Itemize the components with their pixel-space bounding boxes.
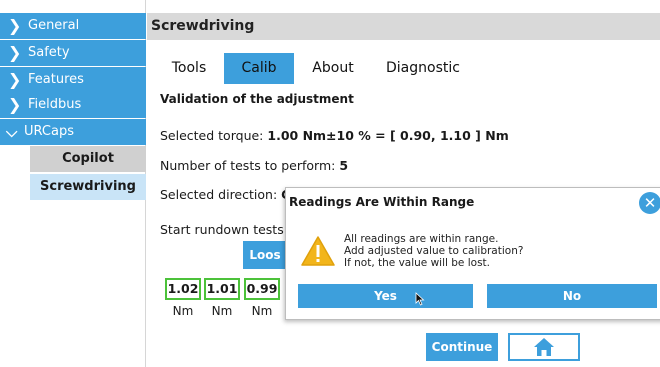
dialog-message-line: Add adjusted value to calibration? <box>344 245 524 257</box>
reading-value: 0.99 <box>244 278 280 300</box>
sidebar-subitem-copilot[interactable]: Copilot <box>30 146 146 172</box>
chevron-down-icon: ⌵ <box>6 123 18 141</box>
direction-line: Selected direction: CW <box>160 187 304 202</box>
section-title: Validation of the adjustment <box>160 92 354 106</box>
tab-diagnostic[interactable]: Diagnostic <box>380 53 466 84</box>
sidebar-item-label: Features <box>28 72 84 87</box>
dialog-message-line: If not, the value will be lost. <box>344 257 490 269</box>
rundown-label: Start rundown tests a <box>160 222 296 237</box>
chevron-right-icon: ❯ <box>8 70 22 89</box>
torque-value: 1.00 Nm±10 % = [ 0.90, 1.10 ] Nm <box>267 128 509 143</box>
sidebar-item-safety[interactable]: ❯ Safety <box>0 40 146 66</box>
sidebar-item-label: URCaps <box>24 124 74 139</box>
continue-button[interactable]: Continue <box>426 333 498 361</box>
mouse-cursor-icon <box>415 292 425 306</box>
sidebar-item-urcaps[interactable]: ⌵ URCaps <box>0 119 146 145</box>
sidebar-item-label: Safety <box>28 45 70 60</box>
sidebar: ❯ General ❯ Safety ❯ Features ❯ Fieldbus… <box>0 0 146 367</box>
sidebar-subitem-label: Copilot <box>62 151 114 166</box>
torque-label: Selected torque: <box>160 128 268 143</box>
tab-tools[interactable]: Tools <box>160 53 218 84</box>
torque-line: Selected torque: 1.00 Nm±10 % = [ 0.90, … <box>160 128 509 143</box>
sidebar-item-label: Fieldbus <box>28 97 82 112</box>
tab-about[interactable]: About <box>302 53 364 84</box>
tests-label: Number of tests to perform: <box>160 158 340 173</box>
dialog-title: Readings Are Within Range <box>289 195 475 209</box>
chevron-right-icon: ❯ <box>8 43 22 62</box>
home-button[interactable] <box>508 333 580 361</box>
sidebar-subitem-label: Screwdriving <box>40 179 136 194</box>
loosen-button[interactable]: Loos <box>243 241 287 269</box>
reading-value: 1.01 <box>204 278 240 300</box>
reading-unit: Nm <box>172 304 194 318</box>
confirmation-dialog: Readings Are Within Range ✕ All readings… <box>285 187 660 320</box>
page-title: Screwdriving <box>147 13 660 40</box>
direction-label: Selected direction: <box>160 187 282 202</box>
warning-icon <box>301 236 335 266</box>
tests-line: Number of tests to perform: 5 <box>160 158 348 173</box>
tests-value: 5 <box>339 158 349 173</box>
chevron-right-icon: ❯ <box>8 16 22 35</box>
sidebar-item-fieldbus[interactable]: ❯ Fieldbus <box>0 92 146 118</box>
sidebar-subitem-screwdriving[interactable]: Screwdriving <box>30 174 146 200</box>
reading-value: 1.02 <box>165 278 201 300</box>
sidebar-item-label: General <box>28 18 80 33</box>
dialog-message-line: All readings are within range. <box>344 233 499 245</box>
yes-button[interactable]: Yes <box>298 284 473 308</box>
close-icon[interactable]: ✕ <box>639 192 660 214</box>
reading-unit: Nm <box>251 304 273 318</box>
sidebar-item-general[interactable]: ❯ General <box>0 13 146 39</box>
no-button[interactable]: No <box>487 284 657 308</box>
home-icon <box>534 338 554 356</box>
chevron-right-icon: ❯ <box>8 95 22 114</box>
reading-unit: Nm <box>211 304 233 318</box>
sidebar-item-features[interactable]: ❯ Features <box>0 67 146 93</box>
tab-calib[interactable]: Calib <box>224 53 294 84</box>
